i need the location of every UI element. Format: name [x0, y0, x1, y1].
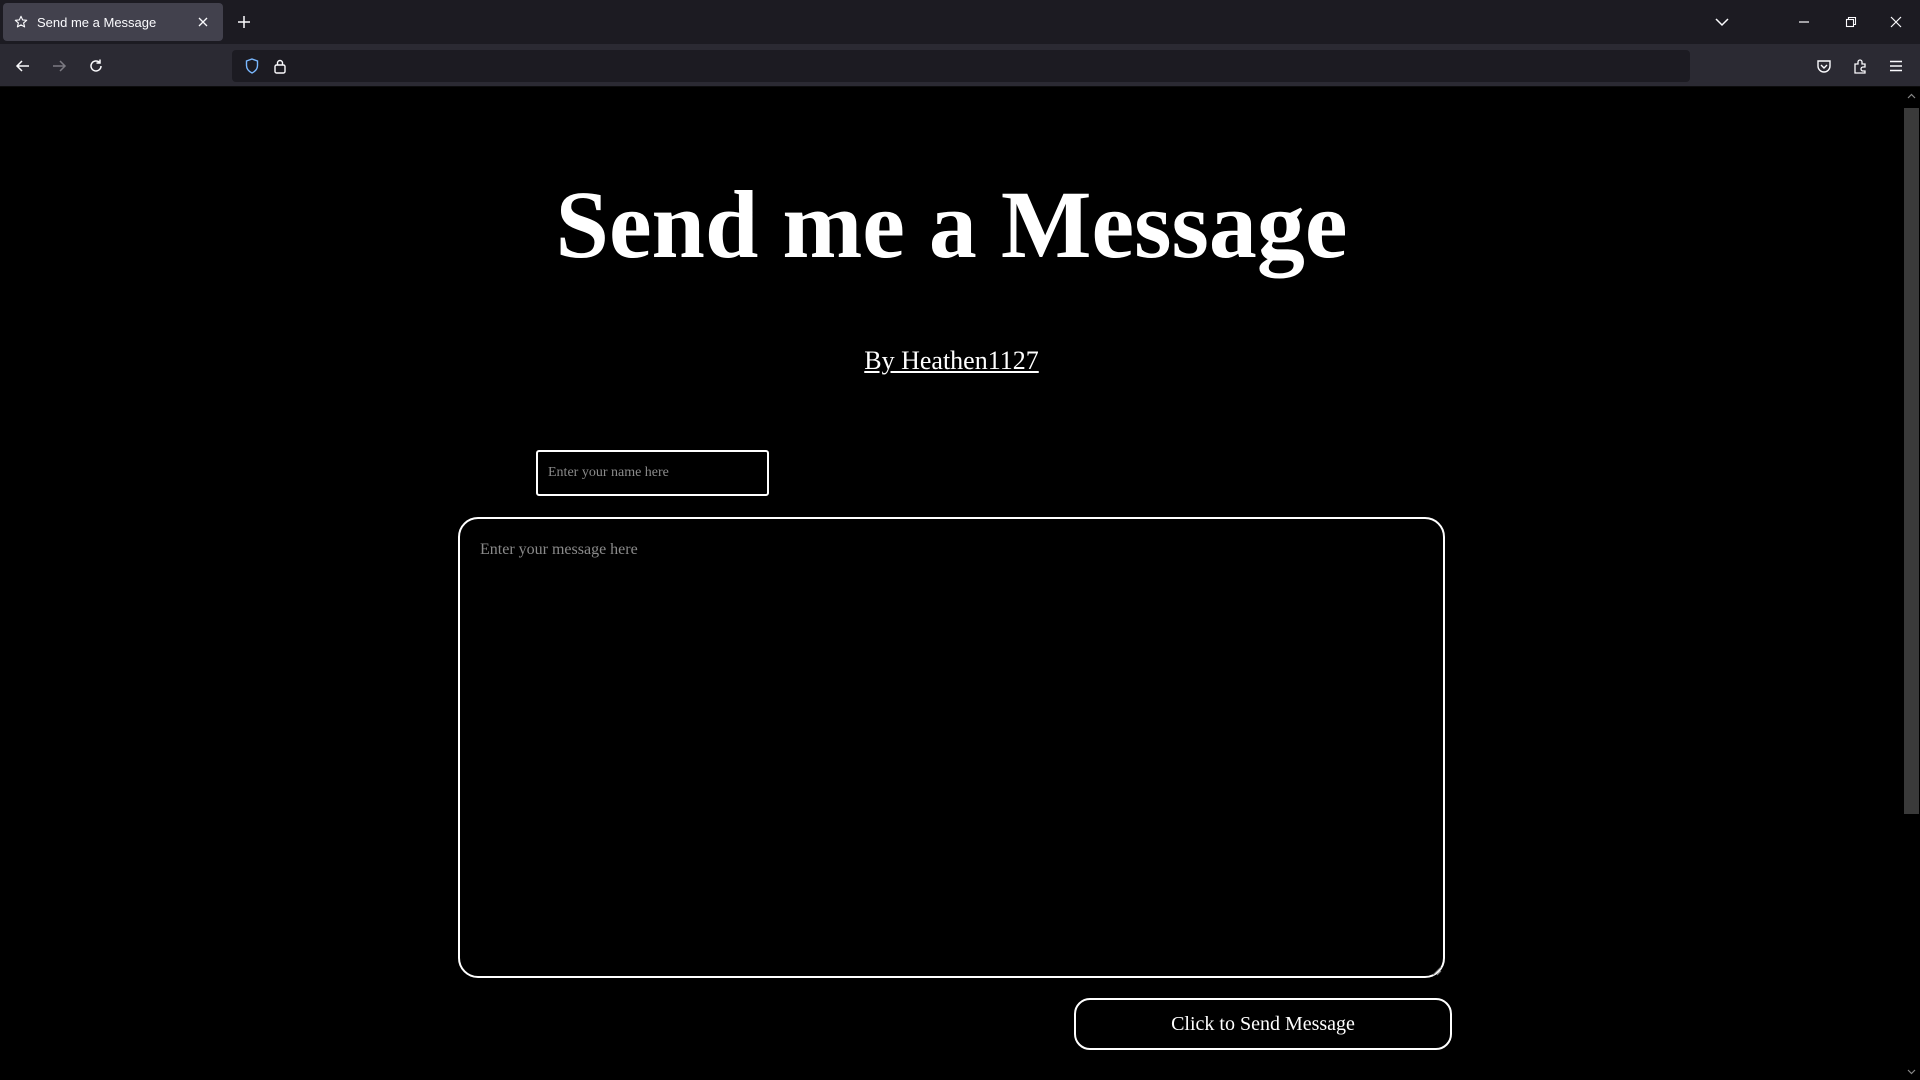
pocket-icon[interactable]	[1810, 52, 1838, 80]
chevron-down-icon[interactable]	[1710, 12, 1734, 32]
message-textarea[interactable]	[458, 517, 1445, 978]
restore-icon[interactable]	[1836, 8, 1866, 36]
tab-active[interactable]: Send me a Message	[3, 3, 223, 41]
new-tab-icon[interactable]	[234, 12, 254, 32]
byline: By Heathen1127	[0, 346, 1903, 376]
url-bar[interactable]	[232, 50, 1690, 82]
resize-grip-icon[interactable]	[1430, 963, 1442, 976]
star-icon	[13, 14, 29, 30]
author-link[interactable]: By Heathen1127	[864, 346, 1039, 375]
shield-icon[interactable]	[238, 52, 266, 80]
scroll-down-icon[interactable]	[1903, 1064, 1920, 1080]
extensions-icon[interactable]	[1846, 52, 1874, 80]
reload-icon[interactable]	[82, 52, 110, 80]
page-title: Send me a Message	[555, 171, 1348, 278]
scroll-up-icon[interactable]	[1903, 88, 1920, 104]
back-icon[interactable]	[9, 52, 37, 80]
tab-title: Send me a Message	[37, 14, 157, 30]
forward-icon[interactable]	[45, 52, 73, 80]
close-window-icon[interactable]	[1881, 8, 1911, 36]
menu-icon[interactable]	[1882, 52, 1910, 80]
name-input[interactable]	[536, 450, 769, 496]
scrollbar-thumb[interactable]	[1904, 108, 1919, 814]
lock-icon[interactable]	[266, 52, 294, 80]
minimize-icon[interactable]	[1789, 8, 1819, 36]
nav-bar	[0, 44, 1920, 87]
close-tab-icon[interactable]	[193, 12, 213, 32]
send-message-button[interactable]: Click to Send Message	[1074, 998, 1452, 1050]
tab-bar: Send me a Message	[0, 0, 1920, 44]
